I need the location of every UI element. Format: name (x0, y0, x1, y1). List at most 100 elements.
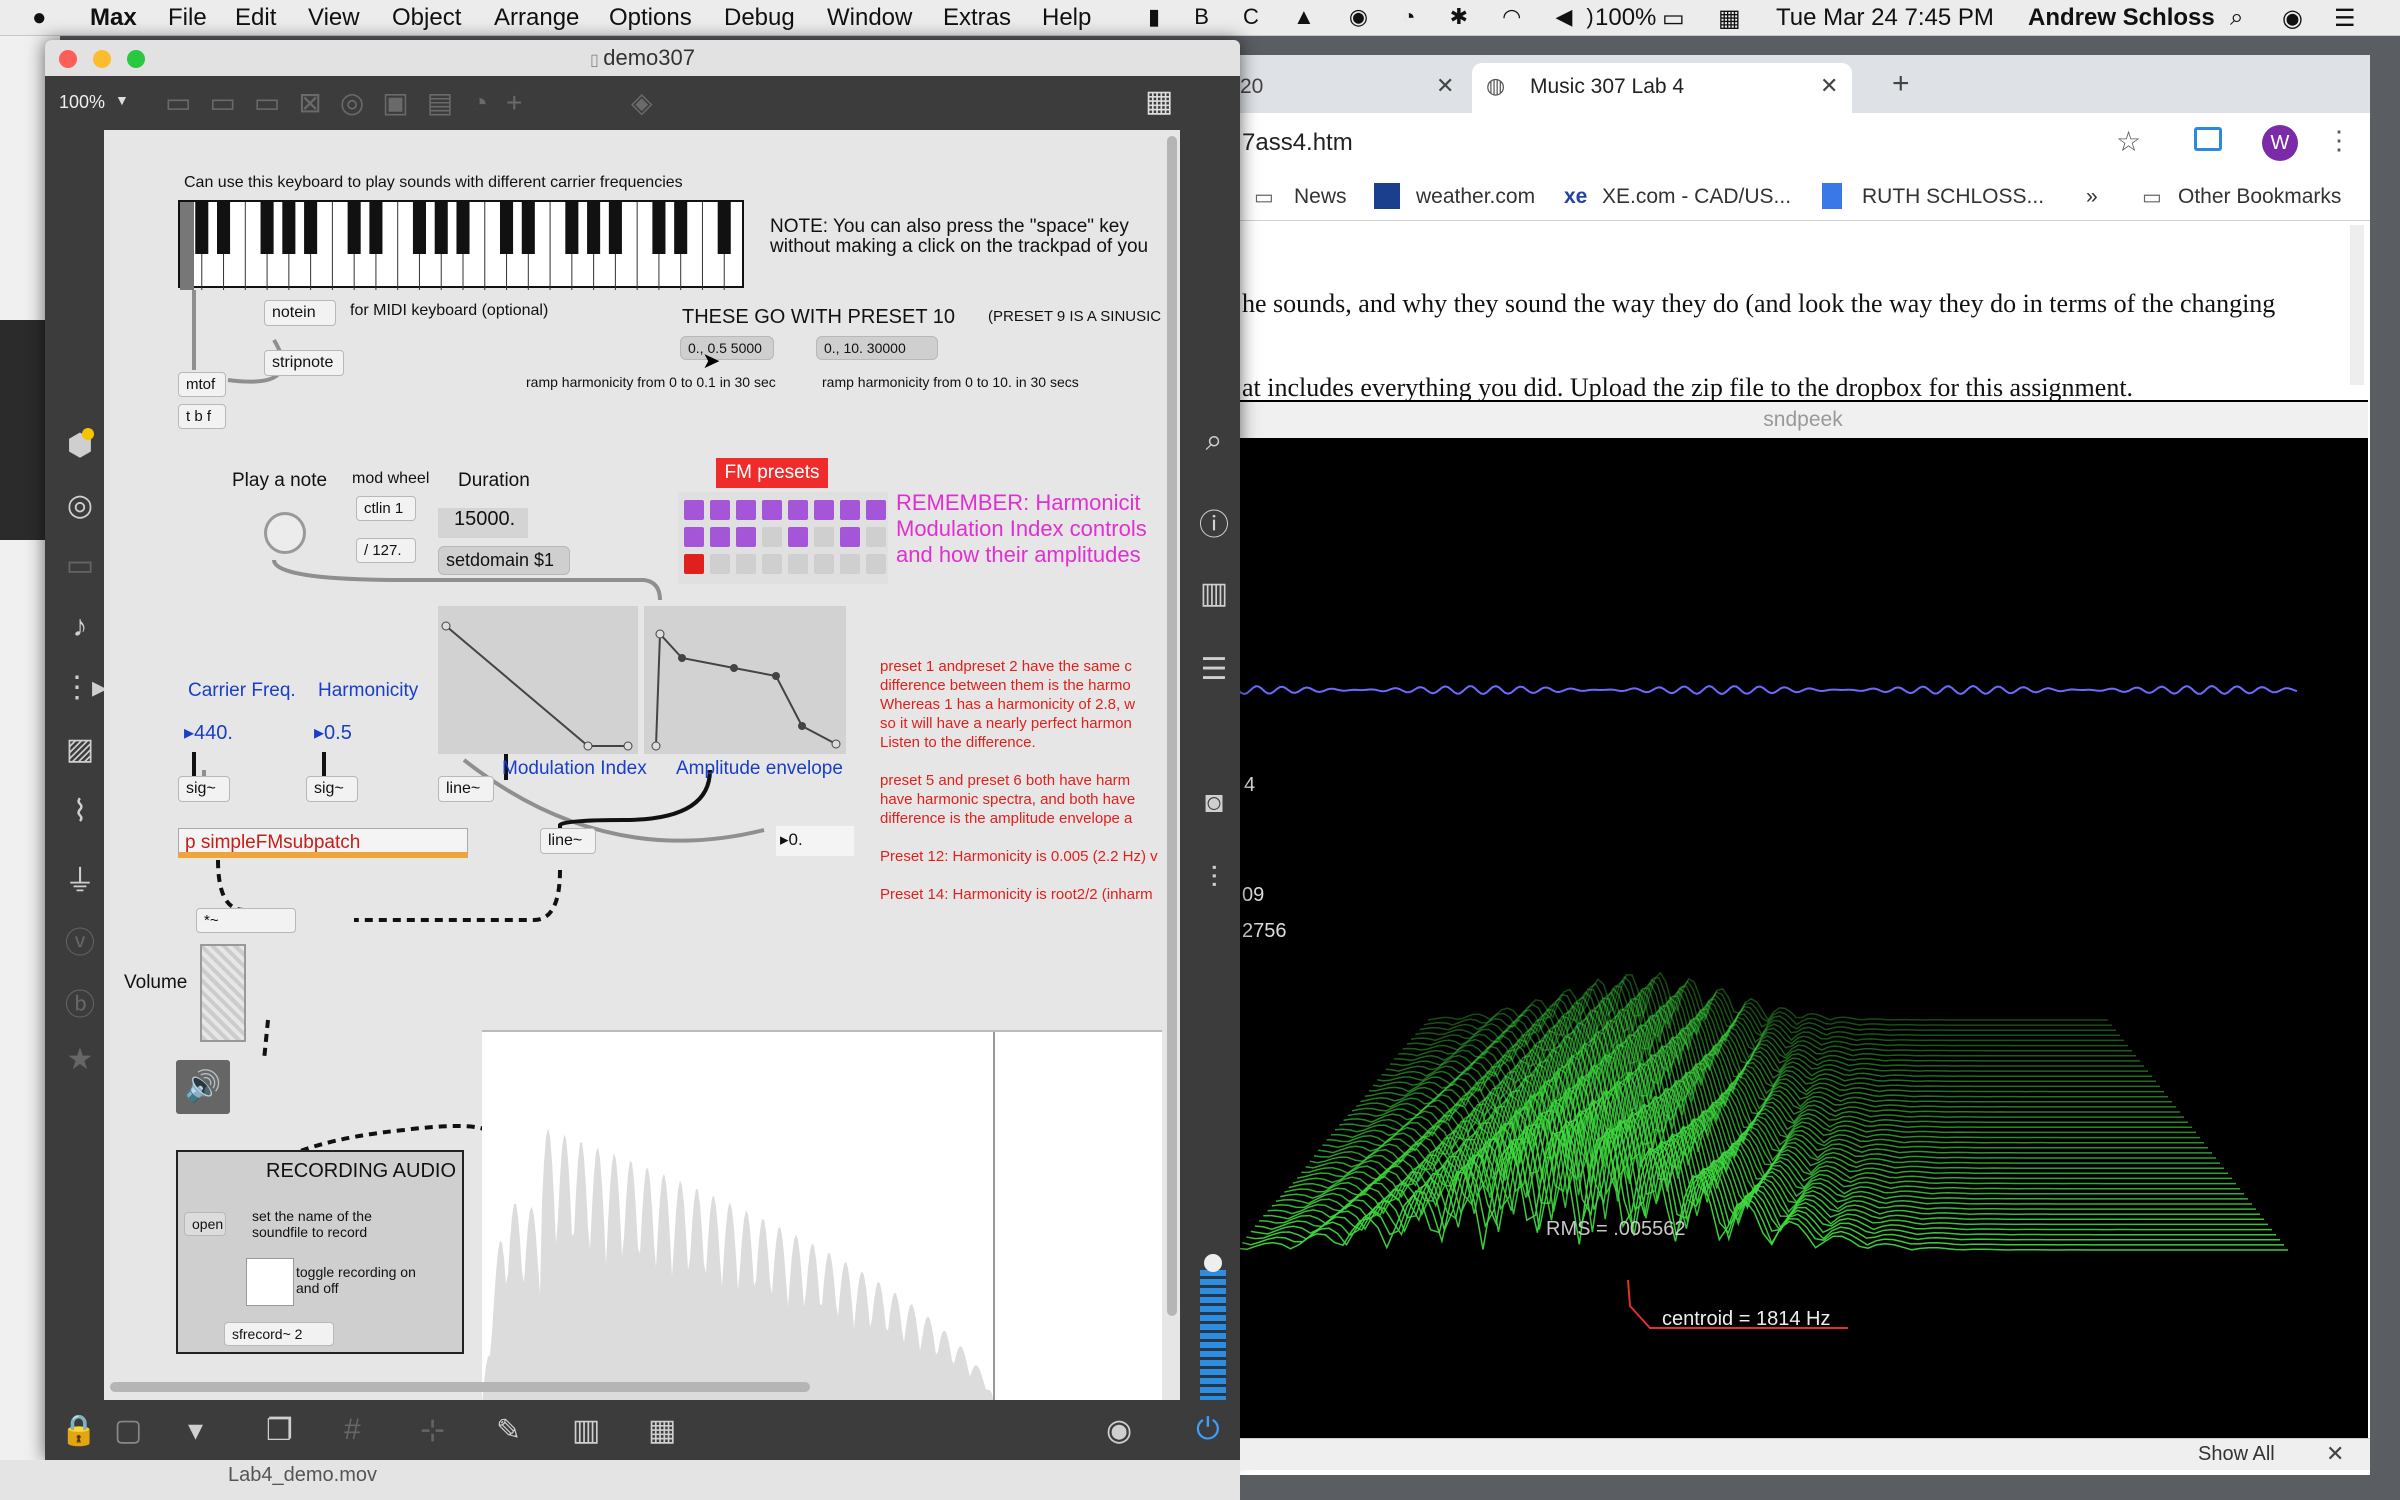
siri-icon[interactable]: ◉ (2282, 4, 2303, 33)
preset-slot[interactable] (736, 527, 756, 547)
spectroscope[interactable] (482, 1030, 1162, 1400)
status-icons[interactable]: ▮ B C ▲ ◉ ◔ ✱ ◠ ◀) (1148, 4, 1608, 30)
power-icon[interactable]: ⏻ (1196, 1413, 1220, 1447)
preset-slot[interactable] (788, 500, 808, 520)
paperclip-icon[interactable]: ⌇ (62, 794, 98, 829)
battery-percent[interactable]: 100% (1595, 4, 1656, 32)
clock[interactable]: Tue Mar 24 7:45 PM (1776, 4, 1994, 32)
target-icon[interactable]: ◎ (62, 488, 98, 523)
preset-slot[interactable] (684, 500, 704, 520)
preset-slot[interactable] (736, 500, 756, 520)
preset-slot[interactable] (814, 527, 834, 547)
sfrecord-object[interactable]: sfrecord~ 2 (224, 1322, 334, 1346)
info-icon[interactable]: ⓘ (1196, 500, 1232, 544)
piano-keyboard[interactable] (178, 200, 744, 290)
battery-icon[interactable]: ▭ (1662, 4, 1685, 33)
search-icon[interactable]: ⌕ (2230, 4, 2243, 32)
snap-icon[interactable]: ⊹ (420, 1413, 445, 1448)
app-menu[interactable]: Max (90, 4, 137, 32)
stripnote-object[interactable]: stripnote (264, 350, 344, 376)
profile-avatar[interactable]: W (2262, 125, 2298, 161)
record-toggle[interactable] (246, 1258, 294, 1306)
music-note-icon[interactable]: ♪ (62, 610, 98, 644)
preset-grid[interactable] (678, 492, 888, 584)
bookmark-ruth[interactable]: RUTH SCHLOSS... (1862, 185, 2044, 209)
play-note-button[interactable] (264, 512, 306, 554)
notification-center-icon[interactable]: ☰ (2334, 4, 2356, 33)
float-output-number[interactable]: ▸0. (776, 826, 854, 856)
preset-slot[interactable] (814, 554, 834, 574)
harmonicity-number[interactable]: ▸0.5 (314, 720, 352, 745)
bookmark-xe[interactable]: XE.com - CAD/US... (1602, 185, 1791, 209)
preset-slot[interactable] (840, 527, 860, 547)
toolbar-object-icons[interactable]: ▭▭▭⊠◎▣▤◔+ (165, 86, 540, 119)
mtof-object[interactable]: mtof (178, 372, 226, 397)
file-name[interactable]: Lab4_demo.mov (228, 1464, 377, 1487)
preset-slot[interactable] (788, 527, 808, 547)
paint-bucket-icon[interactable]: ◈ (631, 86, 653, 119)
preset-slot[interactable] (814, 500, 834, 520)
carrier-freq-number[interactable]: ▸440. (184, 720, 233, 745)
flag-icon[interactable]: ▦ (1718, 4, 1741, 33)
volume-gain-slider[interactable] (200, 944, 246, 1042)
preset-slot[interactable] (710, 500, 730, 520)
preset-slot[interactable] (840, 554, 860, 574)
bookmark-news[interactable]: News (1294, 185, 1347, 209)
keyboard-icon[interactable]: ▦ (648, 1413, 676, 1448)
preset-slot[interactable] (762, 500, 782, 520)
vertical-scrollbar-track[interactable] (1164, 130, 1180, 1400)
amplitude-envelope-function[interactable] (644, 606, 846, 754)
preset-slot[interactable] (840, 500, 860, 520)
preset-slot[interactable] (788, 554, 808, 574)
tbf-object[interactable]: t b f (178, 404, 226, 429)
horizontal-scrollbar[interactable] (110, 1382, 810, 1392)
message-box-ramp2[interactable]: 0., 10. 30000 (816, 336, 938, 360)
sndpeek-titlebar[interactable]: sndpeek (1238, 402, 2368, 438)
chevron-down-icon[interactable]: ▼ (115, 92, 129, 108)
close-icon[interactable]: ✕ (1436, 73, 1454, 99)
preset-slot[interactable] (866, 527, 886, 547)
menu-debug[interactable]: Debug (724, 4, 795, 32)
user-name[interactable]: Andrew Schloss (2028, 4, 2215, 32)
preset-slot[interactable] (866, 500, 886, 520)
grid-icon[interactable]: ▦ (1145, 84, 1173, 119)
url-bar[interactable]: 7ass4.htm (1242, 129, 1353, 157)
playlist-icon[interactable]: ⋮▸ (62, 670, 107, 705)
preset-slot[interactable] (684, 527, 704, 547)
bookmark-other[interactable]: Other Bookmarks (2178, 185, 2341, 209)
menu-view[interactable]: View (308, 4, 360, 32)
vizzie-icon[interactable]: ⓥ (62, 918, 98, 962)
menu-help[interactable]: Help (1042, 4, 1091, 32)
fm-subpatch-object[interactable]: p simpleFMsubpatch (178, 828, 468, 858)
menu-window[interactable]: Window (827, 4, 912, 32)
preset-slot[interactable] (684, 554, 704, 574)
wrench-icon[interactable]: ✎ (496, 1413, 521, 1448)
comment-icon[interactable]: ▾ (188, 1413, 203, 1448)
windows-icon[interactable]: ❐ (266, 1413, 293, 1448)
bookmark-star-icon[interactable]: ☆ (2116, 125, 2141, 158)
max-titlebar[interactable]: ▯ demo307 (45, 40, 1240, 76)
columns-icon[interactable]: ▥ (572, 1413, 600, 1448)
multiply-object[interactable]: *~ (196, 908, 296, 933)
menu-object[interactable]: Object (392, 4, 461, 32)
menu-edit[interactable]: Edit (235, 4, 276, 32)
menu-options[interactable]: Options (609, 4, 692, 32)
image-icon[interactable]: ▨ (62, 732, 98, 767)
preset-slot[interactable] (762, 527, 782, 547)
presentation-icon[interactable]: ▢ (114, 1413, 142, 1448)
preset-slot[interactable] (762, 554, 782, 574)
more-bookmarks[interactable]: » (2086, 185, 2098, 209)
preset-slot[interactable] (736, 554, 756, 574)
zoom-menu[interactable]: 100% (59, 92, 105, 113)
camera-icon[interactable]: ◙ (1196, 786, 1232, 820)
vertical-scrollbar-thumb[interactable] (1167, 136, 1177, 1316)
menu-extras[interactable]: Extras (943, 4, 1011, 32)
close-button[interactable] (59, 50, 77, 68)
menu-arrange[interactable]: Arrange (494, 4, 579, 32)
close-icon[interactable]: ✕ (2326, 1441, 2344, 1467)
duration-number-box[interactable]: 15000. (438, 508, 528, 538)
line-object[interactable]: line~ (438, 776, 494, 802)
star-icon[interactable]: ★ (62, 1042, 98, 1077)
line-object[interactable]: line~ (540, 828, 596, 854)
volume-slider-knob[interactable] (1204, 1254, 1222, 1272)
